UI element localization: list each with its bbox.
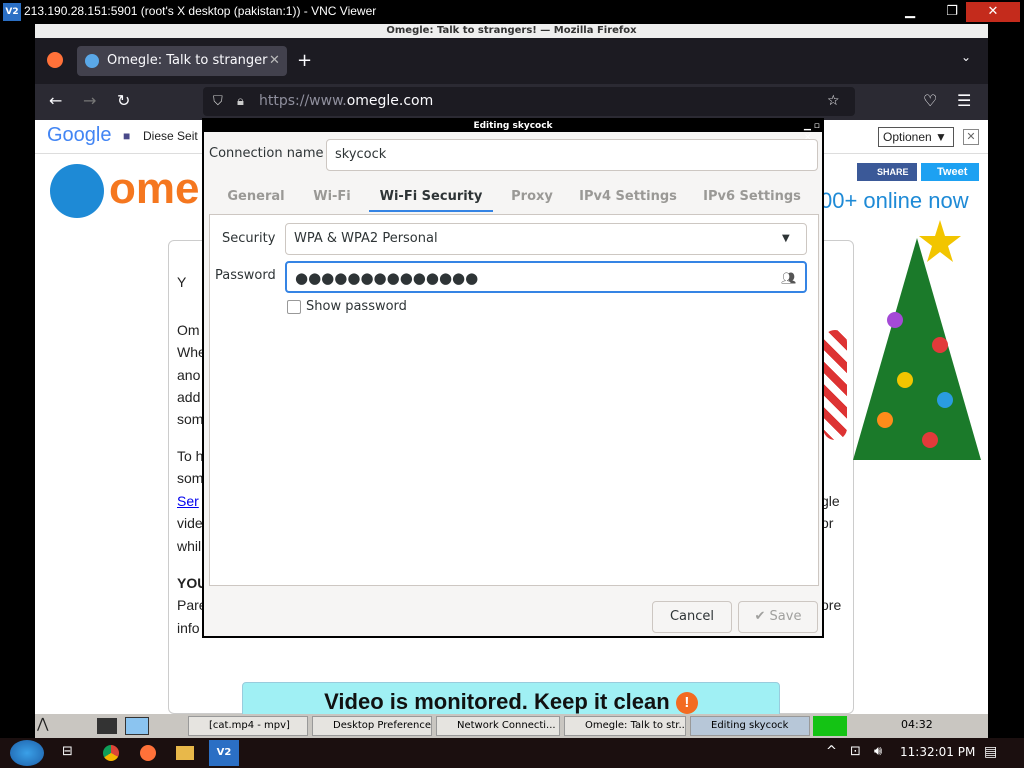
- text-line-13: info: [177, 620, 200, 636]
- omegle-logo-text: ome: [109, 164, 200, 213]
- tray-arrow-icon[interactable]: ^: [826, 744, 837, 759]
- network-icon[interactable]: ⊡: [850, 744, 861, 759]
- lock-icon: 🔒︎: [237, 94, 244, 109]
- firefox-taskbar-icon[interactable]: [140, 745, 156, 761]
- lx-task-desktop-preferences[interactable]: Desktop Preferences: [312, 716, 432, 736]
- firefox-nav-bar: ← → ↻ ⛉ 🔒︎ https://www.omegle.com ☆ ♡ ☰: [35, 84, 988, 120]
- save-button[interactable]: ✔ Save: [738, 601, 818, 633]
- firefox-window-title: Omegle: Talk to strangers! — Mozilla Fir…: [35, 24, 988, 38]
- close-translate-icon[interactable]: ✕: [963, 129, 979, 145]
- text-line-4: add: [177, 389, 201, 405]
- windows-clock[interactable]: 11:32:01 PM: [900, 745, 975, 759]
- show-password-checkbox[interactable]: [287, 300, 301, 314]
- text-line-10: whil: [177, 538, 202, 554]
- lx-task-editing-skycock[interactable]: Editing skycock: [690, 716, 810, 736]
- reload-icon[interactable]: ↻: [117, 91, 130, 110]
- shield-icon: ⛉: [213, 94, 223, 109]
- connection-name-label: Connection name: [209, 146, 324, 161]
- workspace-icon[interactable]: [125, 717, 149, 735]
- user-pair-icon[interactable]: 👥︎: [781, 263, 796, 293]
- tab-ipv6[interactable]: IPv6 Settings: [700, 182, 804, 212]
- menu-icon[interactable]: ☰: [957, 91, 971, 110]
- text-line-7: som: [177, 470, 204, 486]
- notifications-icon[interactable]: ▤: [984, 744, 997, 760]
- security-select[interactable]: WPA & WPA2 Personal ▼: [285, 223, 807, 255]
- omegle-favicon-icon: [85, 54, 99, 68]
- windows-taskbar: ⊟ V2 ^ ⊡ 🔊︎ 11:32:01 PM ▤: [0, 738, 1024, 768]
- text-line-6: To h: [177, 448, 204, 464]
- security-panel: Security WPA & WPA2 Personal ▼ Password …: [209, 214, 819, 586]
- security-value: WPA & WPA2 Personal: [294, 231, 438, 246]
- tab-title: Omegle: Talk to stranger: [107, 53, 268, 68]
- text-line-1: Om: [177, 322, 200, 338]
- volume-icon[interactable]: 🔊︎: [874, 744, 882, 759]
- warning-icon: !: [675, 692, 698, 714]
- firefox-tab-strip: Omegle: Talk to stranger ✕ + ⌄: [35, 38, 988, 84]
- new-tab-icon[interactable]: +: [297, 50, 312, 71]
- vnc-taskbar-icon[interactable]: V2: [209, 740, 239, 766]
- password-input[interactable]: ●●●●●●●●●●●●●● 👥︎: [285, 261, 807, 293]
- vnc-logo-icon: V2: [3, 3, 21, 21]
- lock-small-icon: ■: [123, 129, 131, 143]
- file-explorer-icon[interactable]: [176, 746, 194, 760]
- text-line-3: ano: [177, 367, 201, 383]
- chevron-down-icon[interactable]: ⌄: [961, 50, 971, 64]
- tab-omegle[interactable]: Omegle: Talk to stranger ✕: [77, 46, 287, 76]
- connection-editor-dialog: Editing skycock ▁ ▫ ✕ Connection name sk…: [202, 118, 824, 638]
- chrome-icon[interactable]: [103, 745, 119, 761]
- show-desktop-icon[interactable]: [97, 718, 117, 734]
- firefox-logo-icon: [47, 52, 63, 68]
- forward-icon[interactable]: →: [83, 91, 96, 110]
- minimize-icon[interactable]: ▁: [890, 2, 930, 22]
- dropdown-arrow-icon: ▼: [782, 233, 790, 244]
- password-value: ●●●●●●●●●●●●●●: [295, 269, 479, 287]
- text-line-0: Y: [177, 274, 187, 290]
- text-line-5: som: [177, 411, 204, 427]
- translate-notice: Diese Seit: [143, 129, 198, 143]
- bookmark-star-icon[interactable]: ☆: [827, 87, 840, 116]
- start-menu-icon[interactable]: ⋀: [37, 716, 59, 736]
- monitor-banner: Video is monitored. Keep it clean !: [242, 682, 780, 714]
- vnc-window-title: 213.190.28.151:5901 (root's X desktop (p…: [24, 4, 377, 18]
- pocket-icon[interactable]: ♡: [923, 91, 937, 110]
- close-icon[interactable]: ✕: [966, 2, 1020, 22]
- right-text-2: ore: [821, 597, 842, 613]
- text-line-9: vide: [177, 515, 203, 531]
- cancel-button[interactable]: Cancel: [652, 601, 732, 633]
- lx-task-network-connections[interactable]: Network Connecti...: [436, 716, 560, 736]
- task-view-icon[interactable]: ⊟: [62, 744, 73, 759]
- url-bar[interactable]: ⛉ 🔒︎ https://www.omegle.com ☆: [203, 87, 855, 116]
- banner-text: Video is monitored. Keep it clean: [324, 689, 670, 714]
- tab-wifi-security[interactable]: Wi-Fi Security: [369, 182, 493, 212]
- facebook-share-button[interactable]: SHARE: [857, 163, 917, 181]
- tos-link[interactable]: Ser: [177, 493, 199, 509]
- vnc-title-bar: V2 213.190.28.151:5901 (root's X desktop…: [0, 0, 1024, 24]
- candy-cane-decoration: [823, 330, 847, 440]
- tab-proxy[interactable]: Proxy: [504, 182, 560, 212]
- tab-wifi[interactable]: Wi-Fi: [306, 182, 358, 212]
- security-label: Security: [222, 231, 276, 246]
- tab-ipv4[interactable]: IPv4 Settings: [576, 182, 680, 212]
- url-prefix: https://www.: [259, 93, 347, 109]
- google-logo: Google: [47, 124, 112, 146]
- dialog-title: Editing skycock: [204, 120, 822, 132]
- tab-close-icon[interactable]: ✕: [269, 46, 280, 76]
- connection-name-input[interactable]: skycock: [326, 139, 818, 171]
- optionen-button[interactable]: Optionen ▼: [878, 127, 954, 147]
- password-label: Password: [215, 268, 276, 283]
- show-password-label: Show password: [306, 299, 407, 314]
- tweet-button[interactable]: Tweet: [921, 163, 979, 181]
- cpu-monitor-icon: [813, 716, 847, 736]
- lx-clock: 04:32: [901, 718, 933, 731]
- lx-task-firefox[interactable]: Omegle: Talk to str...: [564, 716, 686, 736]
- back-icon[interactable]: ←: [49, 91, 62, 110]
- omegle-logo-icon: [50, 164, 104, 218]
- remote-taskbar: ⋀ [cat.mp4 - mpv] Desktop Preferences Ne…: [35, 714, 988, 738]
- lx-task-mpv[interactable]: [cat.mp4 - mpv]: [188, 716, 308, 736]
- url-domain: omegle.com: [346, 93, 434, 109]
- christmas-tree-image: [853, 220, 981, 460]
- tab-general[interactable]: General: [220, 182, 292, 212]
- windows-start-icon[interactable]: [10, 740, 44, 766]
